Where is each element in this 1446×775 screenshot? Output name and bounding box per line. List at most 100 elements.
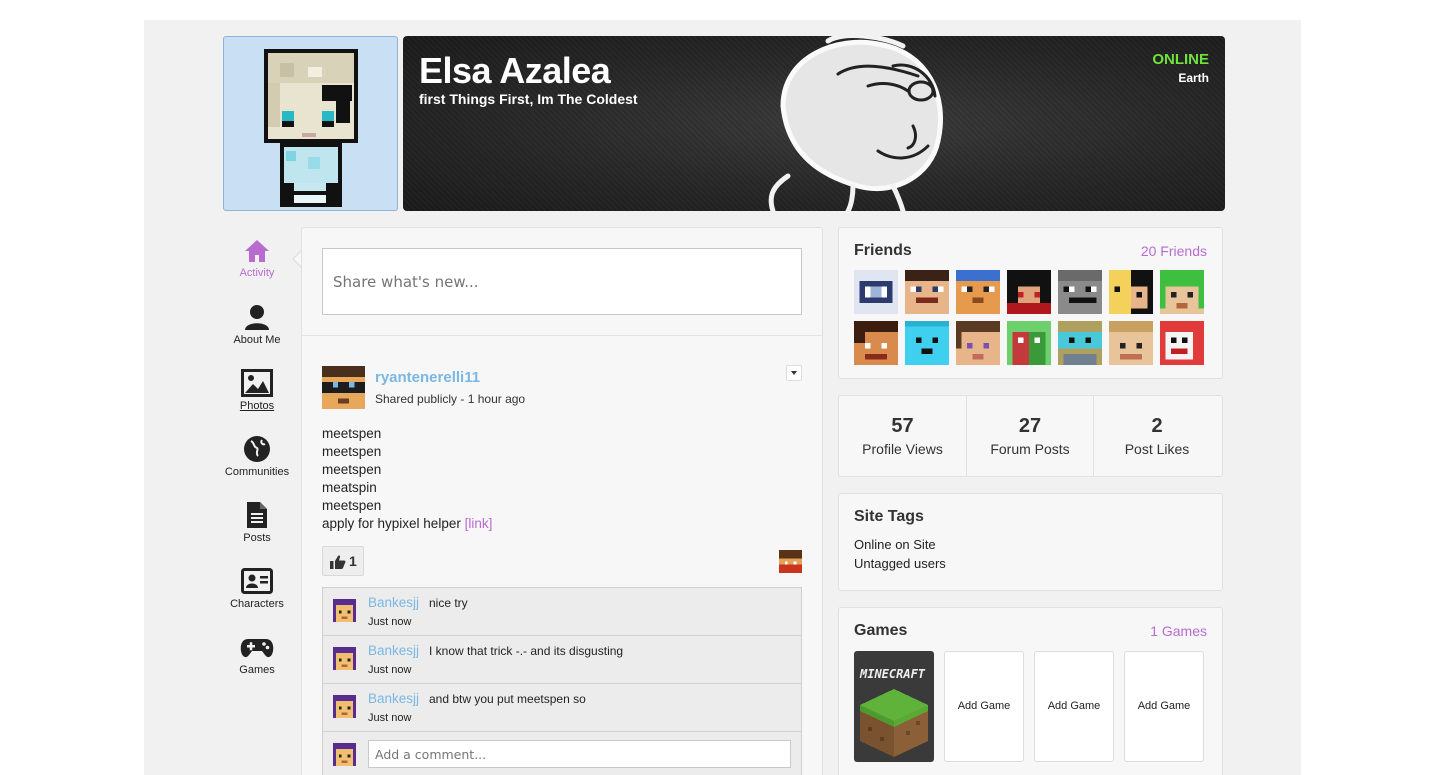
add-game-button[interactable]: Add Game <box>1124 651 1204 762</box>
commenter-avatar[interactable] <box>333 599 356 622</box>
meme-face-image <box>768 36 943 211</box>
friend-avatar[interactable] <box>854 270 898 314</box>
stat-label: Post Likes <box>1124 441 1190 457</box>
profile-banner: Elsa Azalea first Things First, Im The C… <box>403 36 1225 211</box>
image-icon <box>241 369 273 397</box>
friend-avatar[interactable] <box>1160 270 1204 314</box>
commenter-avatar[interactable] <box>333 647 356 670</box>
post-options-dropdown[interactable] <box>786 365 802 381</box>
post-meta: Shared publicly - 1 hour ago <box>375 392 526 406</box>
games-count-link[interactable]: 1 Games <box>1150 623 1207 639</box>
stat-post-likes: 2 Post Likes <box>1093 396 1220 476</box>
nav-activity[interactable]: Activity <box>222 238 292 279</box>
stat-label: Forum Posts <box>990 441 1070 457</box>
profile-motto: first Things First, Im The Coldest <box>419 91 638 107</box>
post-line: meetspen <box>322 444 382 459</box>
id-card-icon <box>241 568 273 594</box>
nav-photos[interactable]: Photos <box>222 369 292 412</box>
nav-characters[interactable]: Characters <box>222 567 292 610</box>
post-line: meetspen <box>322 462 382 477</box>
friend-avatar[interactable] <box>1007 321 1051 365</box>
site-tag: Online on Site <box>854 537 936 552</box>
nav-games[interactable]: Games <box>222 637 292 676</box>
profile-name: Elsa Azalea <box>419 50 611 91</box>
comment-time: Just now <box>368 712 412 724</box>
page-frame: Elsa Azalea first Things First, Im The C… <box>144 20 1301 775</box>
add-game-button[interactable]: Add Game <box>944 651 1024 762</box>
nav-characters-label: Characters <box>230 598 284 610</box>
nav-about-me[interactable]: About Me <box>222 303 292 346</box>
current-user-avatar <box>333 743 356 766</box>
post-body: meetspen meetspen meetspen meatspin meet… <box>322 425 492 533</box>
stats-card: 57 Profile Views 27 Forum Posts 2 Post L… <box>838 395 1223 477</box>
stat-value: 27 <box>1018 415 1042 437</box>
comment-author[interactable]: Bankesjj <box>368 643 419 658</box>
friend-avatar[interactable] <box>1160 321 1204 365</box>
friends-card: Friends 20 Friends <box>838 227 1223 379</box>
games-card: Games 1 Games MINECRAFT Add Game Add Gam… <box>838 607 1223 775</box>
nav-activity-label: Activity <box>239 267 275 279</box>
nav-communities[interactable]: Communities <box>222 435 292 478</box>
stat-value: 2 <box>1151 415 1163 437</box>
post-line: meetspen <box>322 426 382 441</box>
person-icon <box>245 305 269 330</box>
site-tags-title: Site Tags <box>854 508 924 525</box>
game-tile-minecraft[interactable]: MINECRAFT <box>854 651 934 762</box>
gamepad-icon <box>240 639 274 658</box>
friend-avatar[interactable] <box>1058 270 1102 314</box>
comment-text: nice try <box>429 596 468 610</box>
stat-forum-posts: 27 Forum Posts <box>966 396 1093 476</box>
post-line: meetspen <box>322 498 382 513</box>
commenter-avatar[interactable] <box>333 695 356 718</box>
friend-avatar[interactable] <box>1109 270 1153 314</box>
friend-avatar[interactable] <box>956 270 1000 314</box>
share-box <box>302 228 822 336</box>
friend-avatar[interactable] <box>1058 321 1102 365</box>
comment-time: Just now <box>368 664 412 676</box>
post-author-avatar[interactable] <box>322 366 365 409</box>
site-tags-card: Site Tags Online on Site Untagged users <box>838 493 1223 591</box>
add-game-button[interactable]: Add Game <box>1034 651 1114 762</box>
post-last-text: apply for hypixel helper <box>322 516 461 531</box>
friends-count-link[interactable]: 20 Friends <box>1141 243 1207 259</box>
nav-about-label: About Me <box>233 334 281 346</box>
friend-avatar[interactable] <box>905 321 949 365</box>
globe-icon <box>244 436 270 462</box>
minecraft-logo: MINECRAFT <box>860 667 926 681</box>
liker-avatar[interactable] <box>779 550 802 573</box>
friend-avatar[interactable] <box>956 321 1000 365</box>
nav-posts[interactable]: Posts <box>222 501 292 544</box>
stat-value: 57 <box>891 415 914 437</box>
activity-feed: ryantenerelli11 Shared publicly - 1 hour… <box>301 227 823 775</box>
comment-time: Just now <box>368 616 412 628</box>
stat-profile-views: 57 Profile Views <box>839 396 966 476</box>
friend-avatar[interactable] <box>854 321 898 365</box>
comment-author[interactable]: Bankesjj <box>368 595 419 610</box>
comment-text: and btw you put meetspen so <box>429 692 586 706</box>
friend-avatar[interactable] <box>1007 270 1051 314</box>
nav-games-label: Games <box>239 664 275 676</box>
nav-photos-label: Photos <box>239 400 275 412</box>
comment-item: Bankesjj I know that trick -.- and its d… <box>323 636 801 684</box>
nav-posts-label: Posts <box>243 532 271 544</box>
like-count: 1 <box>349 553 357 569</box>
like-button[interactable]: 1 <box>322 546 364 576</box>
comment-author[interactable]: Bankesjj <box>368 691 419 706</box>
comment-list: Bankesjj nice try Just now Bankesjj I kn… <box>322 587 802 775</box>
post-author-name[interactable]: ryantenerelli11 <box>375 369 480 386</box>
share-input[interactable] <box>322 248 802 315</box>
friend-avatar[interactable] <box>905 270 949 314</box>
friends-title: Friends <box>854 242 912 259</box>
games-title: Games <box>854 622 908 639</box>
profile-location: Earth <box>1178 71 1209 85</box>
online-status: ONLINE <box>1152 51 1209 68</box>
nav-communities-label: Communities <box>224 466 290 478</box>
home-icon <box>245 240 269 262</box>
document-icon <box>247 502 267 528</box>
post-link[interactable]: [link] <box>465 516 493 531</box>
add-comment-input[interactable] <box>368 740 791 768</box>
profile-avatar[interactable] <box>223 36 398 211</box>
site-tag: Untagged users <box>854 556 946 571</box>
friend-avatar[interactable] <box>1109 321 1153 365</box>
skin-avatar-image <box>264 49 358 207</box>
